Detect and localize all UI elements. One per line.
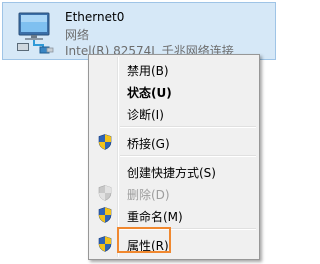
menu-item-properties[interactable]: 属性(R)	[91, 233, 257, 255]
menu-item-disable[interactable]: 禁用(B)	[91, 58, 257, 80]
adapter-status: 网络	[65, 28, 90, 42]
menu-item-bridge[interactable]: 桥接(G)	[91, 131, 257, 153]
network-adapter-icon	[17, 12, 54, 54]
menu-item-create-shortcut[interactable]: 创建快捷方式(S)	[91, 160, 257, 182]
menu-item-label: 禁用(B)	[127, 64, 169, 78]
uac-shield-icon	[98, 185, 112, 201]
menu-separator	[120, 126, 256, 128]
context-menu: 禁用(B) 状态(U) 诊断(I) 桥接(G) 创建快捷方式(S) 删除(D)	[88, 54, 260, 260]
uac-shield-icon	[98, 207, 112, 223]
menu-item-rename[interactable]: 重命名(M)	[91, 204, 257, 226]
menu-separator	[120, 155, 256, 157]
menu-item-label: 桥接(G)	[127, 137, 170, 151]
menu-item-diagnose[interactable]: 诊断(I)	[91, 102, 257, 124]
menu-item-label: 状态(U)	[127, 86, 172, 100]
menu-item-label: 诊断(I)	[127, 108, 164, 122]
menu-item-label: 创建快捷方式(S)	[127, 166, 216, 180]
menu-item-label: 重命名(M)	[127, 210, 183, 224]
uac-shield-icon	[98, 134, 112, 150]
properties-highlight-box	[117, 227, 171, 253]
adapter-name: Ethernet0	[65, 10, 125, 24]
menu-item-label: 删除(D)	[127, 188, 170, 202]
menu-item-delete: 删除(D)	[91, 182, 257, 204]
menu-item-status[interactable]: 状态(U)	[91, 80, 257, 102]
uac-shield-icon	[98, 236, 112, 252]
network-adapter-tile[interactable]: Ethernet0 网络 Intel(R) 82574L 千兆网络连接	[2, 2, 276, 60]
